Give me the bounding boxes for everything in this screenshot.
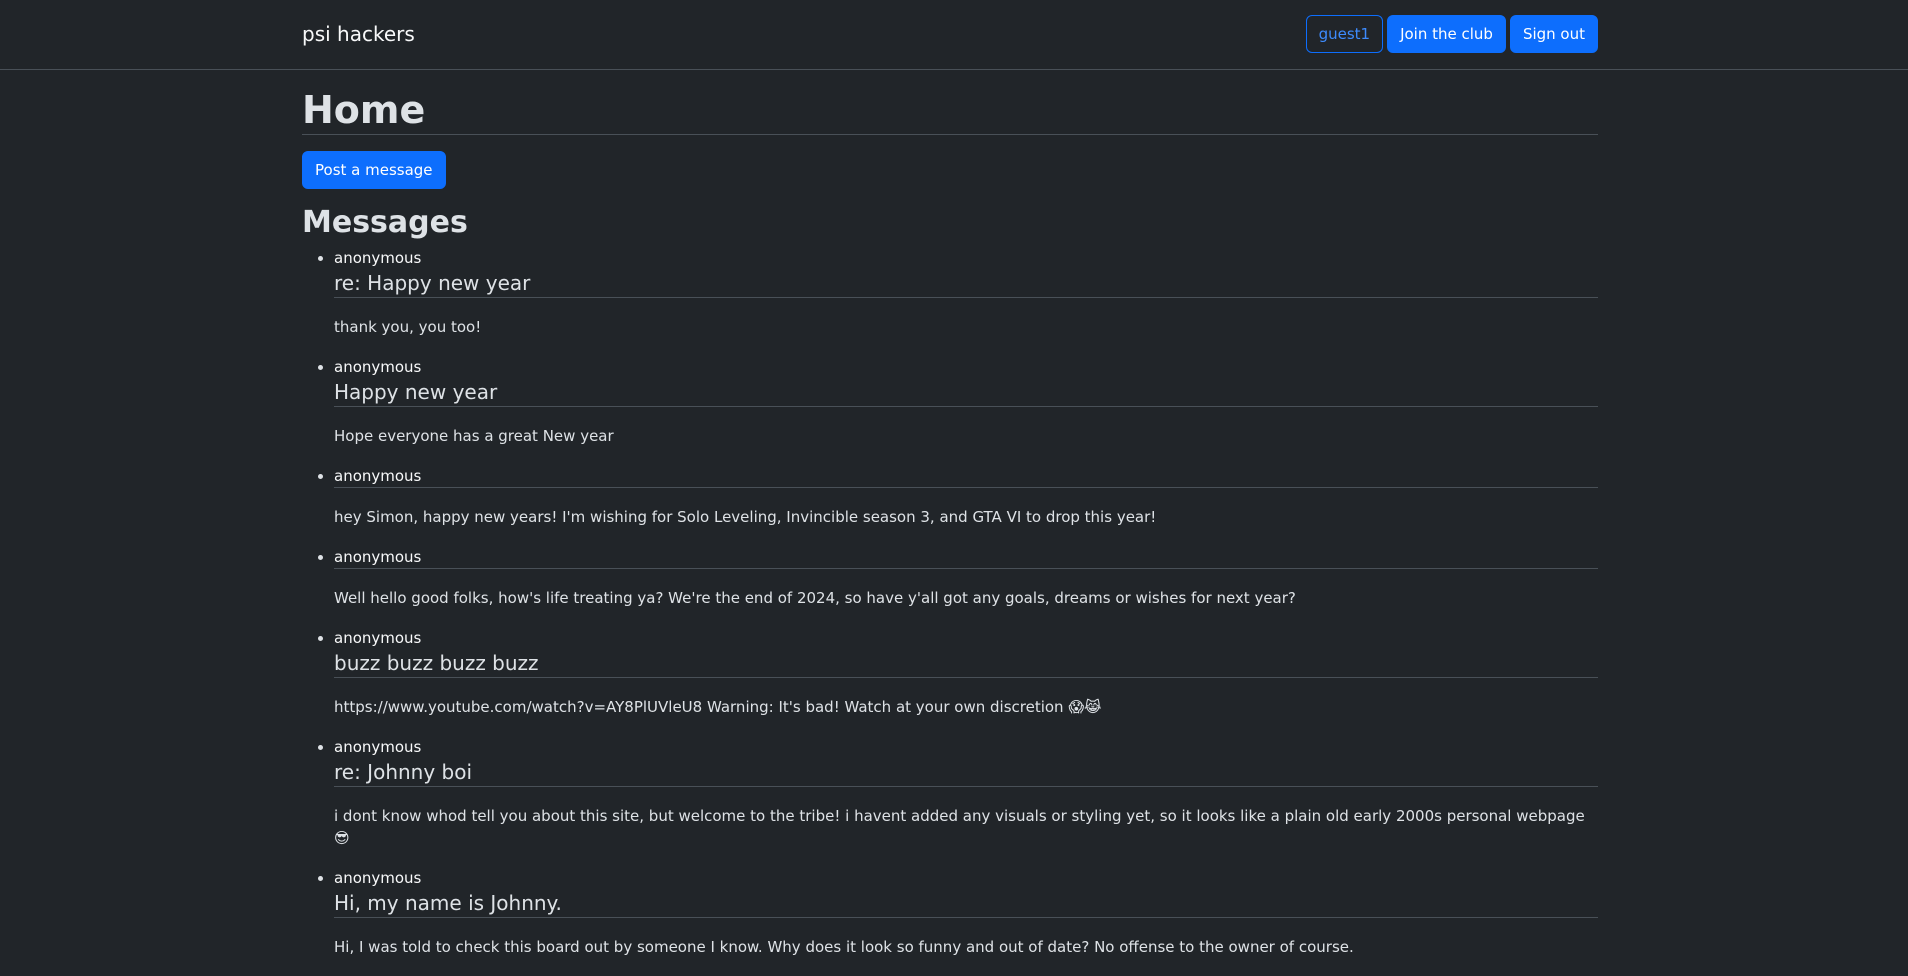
page-title: Home: [302, 88, 1598, 135]
message-body: Hi, I was told to check this board out b…: [334, 938, 1354, 956]
nav-actions: guest1 Join the club Sign out: [1305, 15, 1598, 53]
sign-out-button[interactable]: Sign out: [1509, 15, 1598, 53]
list-item: anonymous buzz buzz buzz buzz https://ww…: [334, 627, 1598, 718]
post-message-button[interactable]: Post a message: [302, 151, 446, 189]
message-body: hey Simon, happy new years! I'm wishing …: [334, 508, 1157, 526]
message-author: anonymous: [334, 738, 422, 756]
message-body: Hope everyone has a great New year: [334, 427, 614, 445]
message-author: anonymous: [334, 548, 422, 566]
message-title: re: Johnny boi: [334, 760, 1598, 787]
message-author: anonymous: [334, 869, 422, 887]
message-body: Well hello good folks, how's life treati…: [334, 589, 1296, 607]
list-item: anonymous Happy new year Hope everyone h…: [334, 356, 1598, 447]
message-title: re: Happy new year: [334, 271, 1598, 298]
message-author: anonymous: [334, 358, 422, 376]
message-body: https://www.youtube.com/watch?v=AY8PlUVl…: [334, 698, 1102, 716]
list-item: anonymous Hi, my name is Johnny. Hi, I w…: [334, 867, 1598, 958]
list-item: anonymous hey Simon, happy new years! I'…: [334, 465, 1598, 528]
message-author: anonymous: [334, 467, 422, 485]
site-brand[interactable]: psi hackers: [302, 20, 415, 48]
message-title: Hi, my name is Johnny.: [334, 891, 1598, 918]
message-title: buzz buzz buzz buzz: [334, 651, 1598, 678]
list-item: anonymous re: Johnny boi i dont know who…: [334, 736, 1598, 849]
join-club-button[interactable]: Join the club: [1387, 15, 1506, 53]
message-title: [334, 487, 1598, 488]
message-author: anonymous: [334, 249, 422, 267]
message-body: thank you, you too!: [334, 318, 482, 336]
message-title: [334, 568, 1598, 569]
messages-list: anonymous re: Happy new year thank you, …: [302, 247, 1598, 958]
list-item: anonymous re: Happy new year thank you, …: [334, 247, 1598, 338]
list-item: anonymous Well hello good folks, how's l…: [334, 546, 1598, 609]
messages-heading: Messages: [302, 205, 468, 240]
top-navbar: psi hackers guest1 Join the club Sign ou…: [0, 0, 1908, 70]
message-body: i dont know whod tell you about this sit…: [334, 807, 1585, 847]
main-container: Home Post a message Messages anonymous r…: [302, 70, 1598, 976]
message-title: Happy new year: [334, 380, 1598, 407]
user-button[interactable]: guest1: [1305, 15, 1384, 53]
message-author: anonymous: [334, 629, 422, 647]
